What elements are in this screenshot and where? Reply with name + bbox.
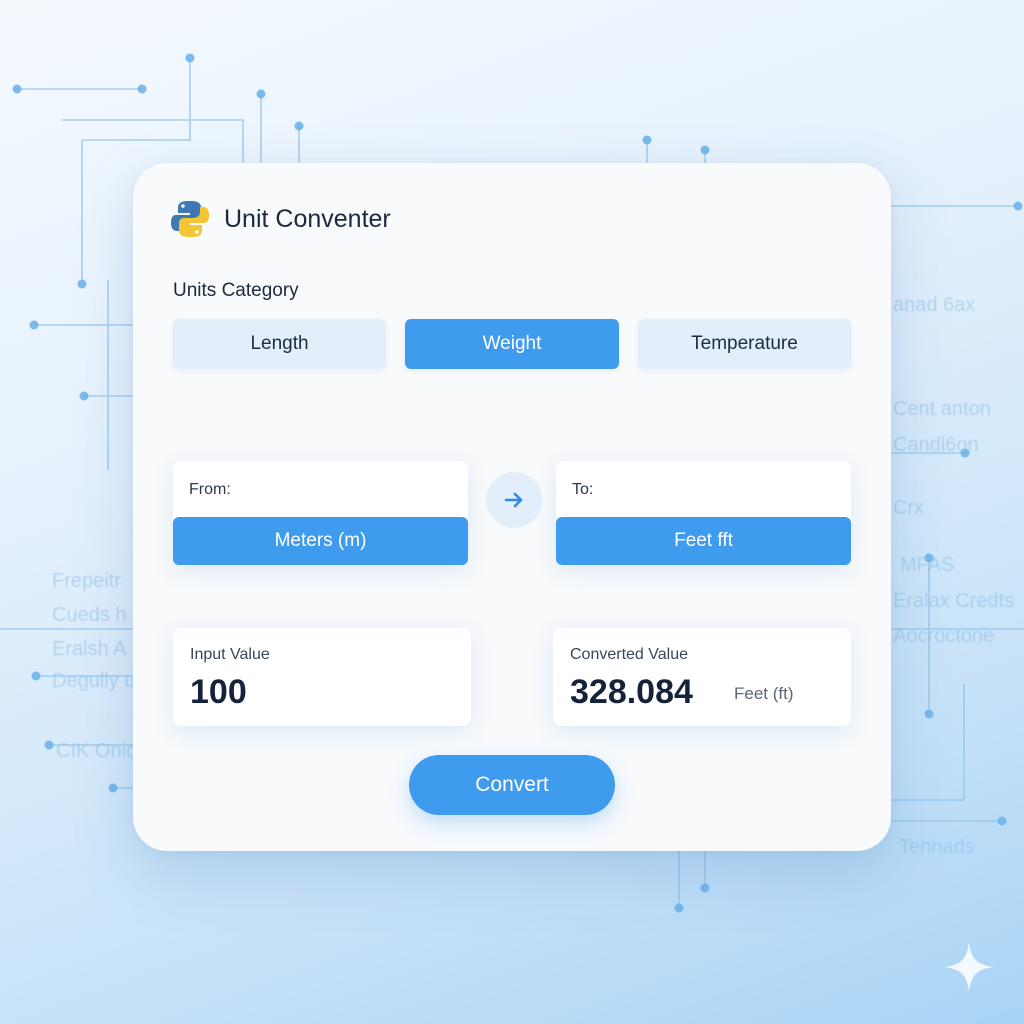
converted-value-label: Converted Value [570, 646, 688, 663]
background-text: Degully u [52, 670, 136, 692]
background-text: Eralax Credts [893, 590, 1015, 612]
app-header: Unit Conventer [171, 199, 391, 239]
converter-card: Unit Conventer Units Category Length Wei… [133, 163, 891, 851]
converted-value: 328.084 [570, 673, 693, 711]
background-text: Frepeitr [52, 570, 121, 592]
background-text: Cent anton [893, 398, 991, 420]
units-category-label: Units Category [173, 280, 299, 301]
background-text: CIK Oniol [56, 740, 142, 762]
category-button-temperature[interactable]: Temperature [638, 319, 851, 369]
background-text: anad 6ax [893, 294, 976, 316]
app-title: Unit Conventer [224, 204, 391, 233]
converted-unit: Feet (ft) [734, 684, 794, 703]
arrow-right-icon [504, 492, 523, 508]
background-text: Eralsh A [52, 638, 127, 660]
background-text: MFAS [900, 554, 955, 576]
convert-button[interactable]: Convert [409, 755, 615, 815]
to-label: To: [572, 481, 594, 498]
from-label: From: [189, 481, 231, 498]
converted-value-panel: Converted Value 328.084 Feet (ft) [553, 628, 851, 726]
to-unit-panel: To: Feet fft [556, 461, 851, 565]
from-unit-panel: From: Meters (m) [173, 461, 468, 565]
background-text: Aocroctone [893, 625, 995, 647]
sparkle-icon [944, 942, 994, 992]
input-value-field[interactable]: 100 [190, 673, 247, 712]
background-text: Crx [893, 497, 925, 519]
python-logo-icon [171, 201, 209, 237]
category-button-length[interactable]: Length [173, 319, 386, 369]
from-unit-select[interactable]: Meters (m) [173, 517, 468, 565]
input-value-label: Input Value [190, 646, 270, 663]
background-text: Tennads [899, 836, 975, 858]
category-button-weight[interactable]: Weight [405, 319, 619, 369]
background-text: Candl6on [893, 434, 979, 456]
swap-units-button[interactable] [486, 472, 542, 528]
to-unit-select[interactable]: Feet fft [556, 517, 851, 565]
input-value-panel[interactable]: Input Value 100 [173, 628, 471, 726]
background-text: Cueds h [52, 604, 127, 626]
